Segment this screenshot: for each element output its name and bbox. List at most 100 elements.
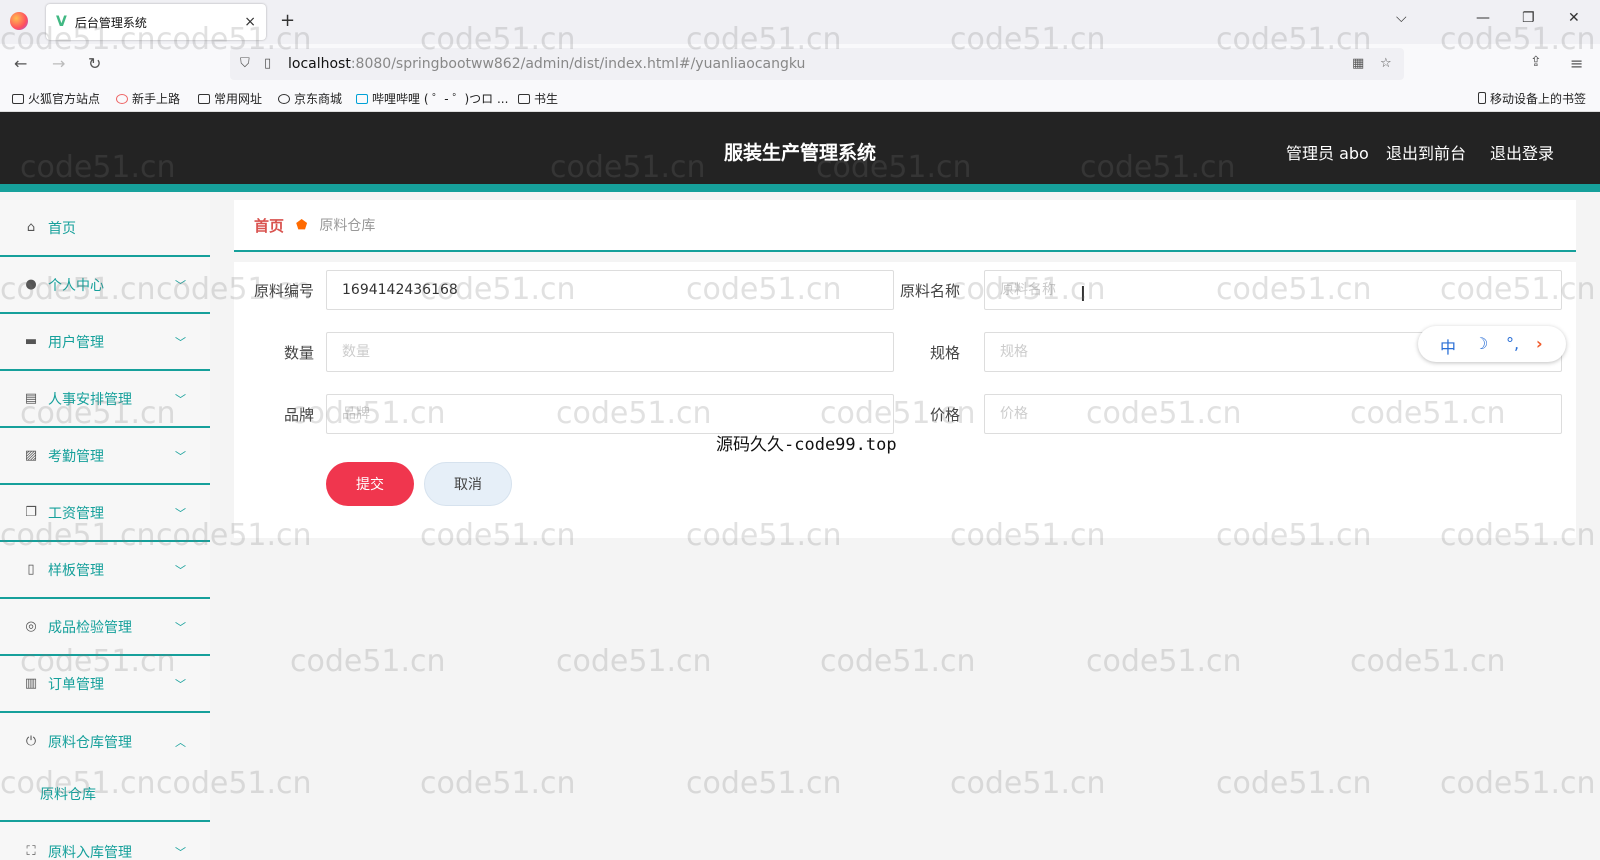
bookmark-item[interactable]: 书生 (518, 90, 558, 107)
url-text[interactable]: localhost:8080/springbootww862/admin/dis… (288, 56, 805, 72)
page-icon[interactable]: ▯ (264, 56, 271, 71)
qty-label: 数量 (283, 344, 314, 362)
sidebar-item-inbound[interactable]: ⛶ 原料入库管理 ﹀ (0, 824, 210, 860)
sidebar-item-attendance[interactable]: ▨ 考勤管理 ﹀ (0, 428, 210, 485)
logout-link[interactable]: 退出登录 (1490, 140, 1554, 164)
shield-icon[interactable]: ⛉ (240, 56, 250, 71)
bookmark-item[interactable]: 常用网址 (198, 90, 262, 107)
vue-icon: V (56, 14, 67, 30)
browser-tab[interactable]: V 后台管理系统 × (46, 4, 266, 40)
sidebar-item-inspection[interactable]: ◎ 成品检验管理 ﹀ (0, 599, 210, 656)
sidebar-subitem-label: 原料仓库 (40, 787, 96, 803)
cancel-button[interactable]: 取消 (424, 462, 512, 506)
brand-input[interactable] (326, 394, 894, 434)
bookmark-label: 书生 (534, 92, 559, 106)
admin-user: 管理员 abo (1286, 144, 1369, 163)
browser-nav-bar: ← → ↻ ⛉ ▯ localhost:8080/springbootww862… (0, 44, 1600, 84)
compass-icon: ◎ (25, 619, 37, 634)
breadcrumb-current: 原料仓库 (319, 218, 376, 234)
chevron-right-icon[interactable]: › (1536, 334, 1543, 353)
copy-icon: ❐ (25, 505, 37, 520)
brand-label: 品牌 (283, 406, 314, 424)
chevron-up-icon: ︿ (175, 735, 186, 749)
url-host: localhost (288, 56, 351, 72)
breadcrumb-home[interactable]: 首页 (254, 215, 284, 236)
moon-icon[interactable]: ☽ (1474, 334, 1488, 353)
sidebar-item-label: 原料入库管理 (48, 844, 132, 860)
briefcase-icon: ▬ (24, 334, 38, 349)
tab-close-icon[interactable]: × (244, 14, 256, 30)
price-input[interactable] (984, 394, 1562, 434)
back-icon[interactable]: ← (14, 54, 27, 73)
reload-icon[interactable]: ↻ (88, 54, 101, 73)
minimize-icon[interactable]: — (1476, 10, 1490, 26)
bookmark-item[interactable]: 哔哩哔哩 ( ゜- ゜)つロ ... (356, 90, 508, 107)
folder-icon (12, 94, 24, 104)
name-label: 原料名称 (899, 282, 960, 300)
url-path: :8080/springbootww862/admin/dist/index.h… (350, 56, 806, 72)
folder-icon (198, 94, 210, 104)
phone-icon: ▯ (27, 562, 35, 577)
qty-input[interactable] (326, 332, 894, 372)
submit-button[interactable]: 提交 (326, 462, 414, 506)
forward-icon[interactable]: → (52, 54, 65, 73)
code-input[interactable] (326, 270, 894, 310)
punctuation-icon[interactable]: °, (1506, 334, 1519, 353)
watermark: code51.cn (1216, 766, 1372, 801)
sidebar-item-users[interactable]: ▬ 用户管理 ﹀ (0, 314, 210, 371)
app-header: 服装生产管理系统 管理员 abo 退出到前台 退出登录 (0, 112, 1600, 192)
sidebar-item-personal[interactable]: ● 个人中心 ﹀ (0, 257, 210, 314)
spec-label: 规格 (929, 344, 960, 362)
new-tab-button[interactable]: + (280, 10, 295, 31)
sidebar-item-label: 用户管理 (48, 334, 104, 351)
bookmark-label: 新手上路 (132, 92, 181, 106)
sidebar-item-label: 考勤管理 (48, 448, 104, 465)
qr-code-icon[interactable]: ▦ (1352, 56, 1364, 71)
bookmark-item[interactable]: 京东商城 (278, 90, 342, 107)
overlay-watermark-text: 源码久久-code99.top (716, 435, 897, 455)
breadcrumb-separator-icon: ⬟ (296, 217, 308, 233)
bookmark-item[interactable]: 新手上路 (116, 90, 180, 107)
tab-title: 后台管理系统 (74, 15, 147, 30)
sidebar-item-orders[interactable]: ▥ 订单管理 ﹀ (0, 656, 210, 713)
firefox-small-icon (116, 94, 128, 104)
menu-icon[interactable]: ≡ (1570, 54, 1583, 73)
sidebar-item-home[interactable]: ⌂ 首页 (0, 200, 210, 257)
extensions-icon[interactable]: ⇪ (1530, 54, 1542, 70)
sidebar-item-salary[interactable]: ❐ 工资管理 ﹀ (0, 485, 210, 542)
watermark: code51.cn (1086, 644, 1242, 679)
name-input[interactable] (984, 270, 1562, 310)
exit-to-front-link[interactable]: 退出到前台 (1386, 140, 1466, 164)
chart-icon: ▨ (24, 448, 38, 463)
fullscreen-icon: ⛶ (26, 844, 36, 859)
sidebar-subitem-warehouse[interactable]: 原料仓库 (0, 768, 210, 822)
bookmark-item[interactable]: 火狐官方站点 (12, 90, 100, 107)
bookmark-label: 移动设备上的书签 (1490, 92, 1587, 106)
address-bar[interactable]: ⛉ ▯ localhost:8080/springbootww862/admin… (230, 48, 1404, 80)
material-form: 原料编号 原料名称 数量 规格 品牌 价格 提交 取消 (234, 262, 1576, 538)
bookmark-label: 常用网址 (214, 92, 263, 106)
browser-tab-bar: V 后台管理系统 × + ⌵ — ❐ ✕ (0, 0, 1600, 44)
folder-icon (518, 94, 530, 104)
code-label: 原料编号 (253, 282, 314, 300)
sidebar-item-label: 订单管理 (48, 676, 104, 693)
watermark: code51.cn (420, 766, 576, 801)
mobile-bookmarks[interactable]: 移动设备上的书签 (1478, 90, 1586, 107)
restore-icon[interactable]: ❐ (1522, 10, 1535, 26)
globe-icon (278, 94, 290, 104)
bookmark-star-icon[interactable]: ☆ (1380, 56, 1392, 71)
watermark: code51.cn (556, 644, 712, 679)
ime-toolbar[interactable]: 中 ☽ °, › (1418, 326, 1566, 362)
bookmark-label: 火狐官方站点 (28, 92, 101, 106)
ime-mode-label[interactable]: 中 (1440, 334, 1456, 358)
sidebar-item-samples[interactable]: ▯ 样板管理 ﹀ (0, 542, 210, 599)
firefox-icon (10, 12, 28, 30)
window-close-icon[interactable]: ✕ (1568, 10, 1580, 26)
sidebar-item-warehouse[interactable]: ⏻ 原料仓库管理 ︿ (0, 713, 210, 770)
sidebar-item-hr[interactable]: ▤ 人事安排管理 ﹀ (0, 371, 210, 428)
bilibili-icon (356, 94, 368, 104)
tab-list-chevron-icon[interactable]: ⌵ (1396, 10, 1407, 26)
sidebar-item-label: 成品检验管理 (48, 619, 132, 636)
chevron-down-icon: ﹀ (175, 449, 186, 463)
sidebar-item-label: 个人中心 (48, 277, 104, 294)
